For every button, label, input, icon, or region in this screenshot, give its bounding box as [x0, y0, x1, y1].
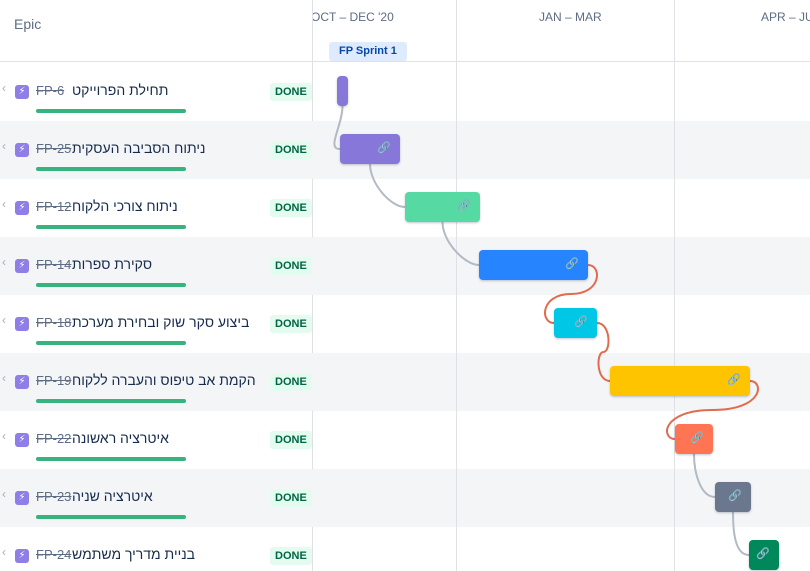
chevron-left-icon[interactable]: ‹: [2, 313, 6, 327]
status-badge: DONE: [270, 373, 312, 391]
status-badge: DONE: [270, 431, 312, 449]
epic-progress-bar: [36, 225, 186, 229]
epic-name[interactable]: סקירת ספרות: [72, 256, 152, 272]
epic-timeline-bar[interactable]: 🔗: [675, 424, 713, 454]
epic-row[interactable]: ‹ ⚡ FP-14 סקירת ספרות DONE: [0, 237, 313, 295]
dependency-connector: [441, 221, 480, 266]
status-badge: DONE: [270, 199, 312, 217]
epic-timeline-bar[interactable]: 🔗: [554, 308, 597, 338]
link-icon: 🔗: [756, 548, 770, 560]
chevron-left-icon[interactable]: ‹: [2, 371, 6, 385]
epic-name[interactable]: איטרציה שניה: [72, 488, 153, 504]
link-icon: 🔗: [377, 142, 391, 154]
epic-row[interactable]: ‹ ⚡ FP-6 תחילת הפרוייקט DONE: [0, 63, 313, 121]
epic-key[interactable]: FP-19: [36, 373, 71, 388]
epic-key[interactable]: FP-12: [36, 199, 71, 214]
epic-progress-bar: [36, 515, 186, 519]
epic-progress-bar: [36, 283, 186, 287]
lightning-icon: ⚡: [15, 143, 29, 157]
chevron-left-icon[interactable]: ‹: [2, 139, 6, 153]
epic-name[interactable]: תחילת הפרוייקט: [72, 82, 168, 98]
epic-row[interactable]: ‹ ⚡ FP-25 ניתוח הסביבה העסקית DONE: [0, 121, 313, 179]
epic-column-title: Epic: [14, 16, 42, 32]
epic-timeline-bar[interactable]: 🔗: [340, 134, 400, 164]
epic-name[interactable]: ניתוח הסביבה העסקית: [72, 140, 206, 156]
epic-timeline-bar[interactable]: [337, 76, 348, 106]
epic-timeline-bar[interactable]: 🔗: [749, 540, 779, 570]
link-icon: 🔗: [457, 200, 471, 212]
chevron-left-icon[interactable]: ‹: [2, 429, 6, 443]
chevron-left-icon[interactable]: ‹: [2, 197, 6, 211]
chevron-left-icon[interactable]: ‹: [2, 255, 6, 269]
dependency-connector: [596, 322, 611, 382]
lightning-icon: ⚡: [15, 491, 29, 505]
epic-name[interactable]: ניתוח צורכי הלקוח: [72, 198, 178, 214]
epic-progress-bar: [36, 399, 186, 403]
epic-key[interactable]: FP-25: [36, 141, 71, 156]
lightning-icon: ⚡: [15, 201, 29, 215]
epic-row[interactable]: ‹ ⚡ FP-12 ניתוח צורכי הלקוח DONE: [0, 179, 313, 237]
lightning-icon: ⚡: [15, 85, 29, 99]
dependency-connector: [369, 163, 406, 208]
epic-key[interactable]: FP-23: [36, 489, 71, 504]
status-badge: DONE: [270, 547, 312, 565]
dependency-connector: [732, 511, 750, 556]
link-icon: 🔗: [690, 432, 704, 444]
epic-key[interactable]: FP-22: [36, 431, 71, 446]
chevron-left-icon[interactable]: ‹: [2, 81, 6, 95]
epic-row[interactable]: ‹ ⚡ FP-23 איטרציה שניה DONE: [0, 469, 313, 527]
epic-row[interactable]: ‹ ⚡ FP-18 ביצוע סקר שוק ובחירת מערכת DONE: [0, 295, 313, 353]
chevron-left-icon[interactable]: ‹: [2, 487, 6, 501]
status-badge: DONE: [270, 489, 312, 507]
status-badge: DONE: [270, 315, 312, 333]
lightning-icon: ⚡: [15, 549, 29, 563]
epic-list-header: Epic: [0, 0, 313, 62]
epic-name[interactable]: הקמת אב טיפוס והעברה ללקוח: [72, 372, 256, 388]
epic-name[interactable]: ביצוע סקר שוק ובחירת מערכת: [72, 314, 249, 330]
status-badge: DONE: [270, 83, 312, 101]
epic-progress-bar: [36, 341, 186, 345]
epic-row[interactable]: ‹ ⚡ FP-22 איטרציה ראשונה DONE: [0, 411, 313, 469]
epic-progress-bar: [36, 457, 186, 461]
epic-name[interactable]: איטרציה ראשונה: [72, 430, 169, 446]
lightning-icon: ⚡: [15, 259, 29, 273]
epic-timeline-bar[interactable]: 🔗: [715, 482, 751, 512]
epic-progress-bar: [36, 109, 186, 113]
epic-list-panel: Epic ‹ ⚡ FP-6 תחילת הפרוייקט DONE ‹ ⚡ FP-25 ניתו…: [0, 0, 313, 571]
dependency-connector: [693, 453, 716, 498]
timeline-panel[interactable]: OCT – DEC '20 JAN – MAR APR – JUN FP Spr…: [313, 0, 810, 571]
lightning-icon: ⚡: [15, 433, 29, 447]
epic-row[interactable]: ‹ ⚡ FP-24 בניית מדריך משתמש DONE: [0, 527, 313, 571]
status-badge: DONE: [270, 141, 312, 159]
lightning-icon: ⚡: [15, 375, 29, 389]
epic-timeline-bar[interactable]: 🔗: [610, 366, 750, 396]
lightning-icon: ⚡: [15, 317, 29, 331]
epic-progress-bar: [36, 167, 186, 171]
epic-timeline-bar[interactable]: 🔗: [405, 192, 480, 222]
link-icon: 🔗: [574, 316, 588, 328]
link-icon: 🔗: [727, 374, 741, 386]
epic-key[interactable]: FP-14: [36, 257, 71, 272]
epic-timeline-bar[interactable]: 🔗: [479, 250, 588, 280]
epic-key[interactable]: FP-18: [36, 315, 71, 330]
status-badge: DONE: [270, 257, 312, 275]
link-icon: 🔗: [728, 490, 742, 502]
link-icon: 🔗: [565, 258, 579, 270]
chevron-left-icon[interactable]: ‹: [2, 545, 6, 559]
epic-key[interactable]: FP-6: [36, 83, 64, 98]
epic-key[interactable]: FP-24: [36, 547, 71, 562]
epic-row[interactable]: ‹ ⚡ FP-19 הקמת אב טיפוס והעברה ללקוח DONE: [0, 353, 313, 411]
epic-name[interactable]: בניית מדריך משתמש: [72, 546, 195, 562]
